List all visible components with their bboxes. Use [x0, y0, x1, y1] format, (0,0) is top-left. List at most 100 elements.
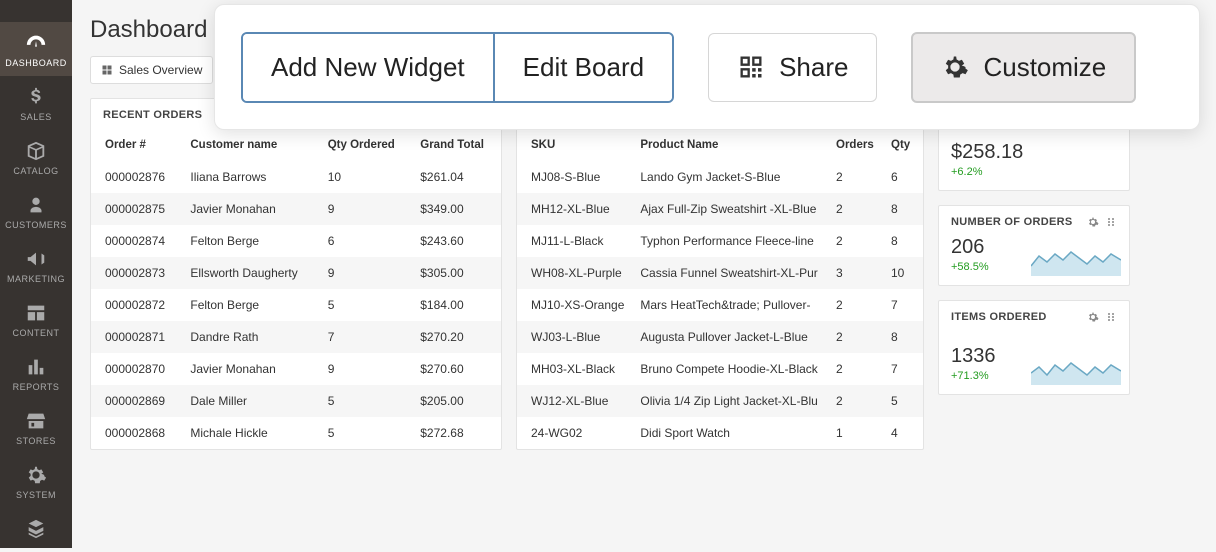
- table-cell: 8: [883, 225, 923, 257]
- table-cell: $184.00: [412, 289, 501, 321]
- nav-label: STORES: [16, 436, 56, 446]
- dollar-icon: [25, 86, 47, 108]
- table-cell: Lando Gym Jacket-S-Blue: [632, 161, 828, 193]
- stat-value: 1336: [939, 345, 1008, 370]
- table-cell: Ajax Full-Zip Sweatshirt -XL-Blue: [632, 193, 828, 225]
- table-cell: Dandre Rath: [182, 321, 319, 353]
- gear-icon: [941, 53, 969, 81]
- table-cell: Mars HeatTech&trade; Pullover-: [632, 289, 828, 321]
- nav-extensions[interactable]: [0, 508, 72, 552]
- gear-icon[interactable]: [1087, 216, 1099, 228]
- megaphone-icon: [25, 248, 47, 270]
- table-row[interactable]: 000002876Iliana Barrows10$261.04: [91, 161, 501, 193]
- panel-num-orders: NUMBER OF ORDERS 206 +58.5%: [938, 205, 1130, 286]
- widget-button-group: Add New Widget Edit Board: [241, 32, 674, 103]
- table-cell: 5: [320, 385, 413, 417]
- table-cell: $270.60: [412, 353, 501, 385]
- table-cell: 000002871: [91, 321, 182, 353]
- table-cell: 5: [320, 289, 413, 321]
- sparkline-icon: [1031, 355, 1121, 385]
- drag-handle-icon[interactable]: [1105, 216, 1117, 228]
- table-cell: MJ11-L-Black: [517, 225, 632, 257]
- table-cell: $243.60: [412, 225, 501, 257]
- table-row[interactable]: MH03-XL-BlackBruno Compete Hoodie-XL-Bla…: [517, 353, 923, 385]
- table-row[interactable]: 000002871Dandre Rath7$270.20: [91, 321, 501, 353]
- nav-system[interactable]: SYSTEM: [0, 454, 72, 508]
- table-row[interactable]: 24-WG02Didi Sport Watch14: [517, 417, 923, 449]
- nav-content[interactable]: CONTENT: [0, 292, 72, 346]
- table-row[interactable]: WJ12-XL-BlueOlivia 1/4 Zip Light Jacket-…: [517, 385, 923, 417]
- col-sku: SKU: [517, 129, 632, 161]
- nav-label: CATALOG: [13, 166, 58, 176]
- table-cell: 2: [828, 289, 883, 321]
- panel-recent-orders: RECENT ORDERS Order # Customer name Qty …: [90, 98, 502, 450]
- table-cell: 6: [320, 225, 413, 257]
- stat-delta: +6.2%: [939, 166, 1129, 190]
- table-cell: 9: [320, 353, 413, 385]
- qr-icon: [737, 53, 765, 81]
- table-cell: Felton Berge: [182, 289, 319, 321]
- share-button[interactable]: Share: [708, 33, 877, 102]
- nav-sales[interactable]: SALES: [0, 76, 72, 130]
- bar-chart-icon: [25, 356, 47, 378]
- table-cell: $270.20: [412, 321, 501, 353]
- table-cell: 8: [883, 321, 923, 353]
- panel-items-ordered: ITEMS ORDERED 1336 +71.3%: [938, 300, 1130, 395]
- nav-catalog[interactable]: CATALOG: [0, 130, 72, 184]
- customize-button[interactable]: Customize: [911, 32, 1136, 103]
- col-qty: Qty: [883, 129, 923, 161]
- table-row[interactable]: MJ10-XS-OrangeMars HeatTech&trade; Pullo…: [517, 289, 923, 321]
- add-widget-button[interactable]: Add New Widget: [243, 34, 493, 101]
- table-row[interactable]: 000002873Ellsworth Daugherty9$305.00: [91, 257, 501, 289]
- edit-board-button[interactable]: Edit Board: [493, 34, 672, 101]
- table-cell: $205.00: [412, 385, 501, 417]
- tab-sales-overview[interactable]: Sales Overview: [90, 56, 213, 84]
- table-cell: 2: [828, 161, 883, 193]
- table-row[interactable]: WH08-XL-PurpleCassia Funnel Sweatshirt-X…: [517, 257, 923, 289]
- sparkline-icon: [1031, 246, 1121, 276]
- table-cell: WJ03-L-Blue: [517, 321, 632, 353]
- gear-icon[interactable]: [1087, 311, 1099, 323]
- table-cell: 000002873: [91, 257, 182, 289]
- table-row[interactable]: MH12-XL-BlueAjax Full-Zip Sweatshirt -XL…: [517, 193, 923, 225]
- col-orders: Orders: [828, 129, 883, 161]
- layout-icon: [25, 302, 47, 324]
- table-cell: $349.00: [412, 193, 501, 225]
- customize-label: Customize: [983, 52, 1106, 83]
- table-row[interactable]: 000002872Felton Berge5$184.00: [91, 289, 501, 321]
- table-cell: 10: [883, 257, 923, 289]
- table-row[interactable]: MJ11-L-BlackTyphon Performance Fleece-li…: [517, 225, 923, 257]
- table-cell: Dale Miller: [182, 385, 319, 417]
- table-row[interactable]: 000002875Javier Monahan9$349.00: [91, 193, 501, 225]
- nav-label: CUSTOMERS: [5, 220, 67, 230]
- table-cell: Javier Monahan: [182, 193, 319, 225]
- table-cell: Michale Hickle: [182, 417, 319, 449]
- table-cell: 2: [828, 353, 883, 385]
- table-row[interactable]: WJ03-L-BlueAugusta Pullover Jacket-L-Blu…: [517, 321, 923, 353]
- table-row[interactable]: 000002870Javier Monahan9$270.60: [91, 353, 501, 385]
- nav-stores[interactable]: STORES: [0, 400, 72, 454]
- table-row[interactable]: 000002868Michale Hickle5$272.68: [91, 417, 501, 449]
- table-row[interactable]: MJ08-S-BlueLando Gym Jacket-S-Blue26: [517, 161, 923, 193]
- table-cell: 2: [828, 321, 883, 353]
- table-cell: 3: [828, 257, 883, 289]
- nav-reports[interactable]: REPORTS: [0, 346, 72, 400]
- person-icon: [25, 194, 47, 216]
- table-cell: MJ08-S-Blue: [517, 161, 632, 193]
- nav-label: MARKETING: [7, 274, 65, 284]
- panel-title: NUMBER OF ORDERS: [951, 216, 1073, 228]
- table-row[interactable]: 000002869Dale Miller5$205.00: [91, 385, 501, 417]
- drag-handle-icon[interactable]: [1105, 311, 1117, 323]
- table-cell: Bruno Compete Hoodie-XL-Black: [632, 353, 828, 385]
- table-cell: 000002869: [91, 385, 182, 417]
- nav-dashboard[interactable]: DASHBOARD: [0, 22, 72, 76]
- table-cell: 6: [883, 161, 923, 193]
- nav-customers[interactable]: CUSTOMERS: [0, 184, 72, 238]
- table-cell: Iliana Barrows: [182, 161, 319, 193]
- recent-orders-table: Order # Customer name Qty Ordered Grand …: [91, 129, 501, 449]
- table-cell: 5: [320, 417, 413, 449]
- table-row[interactable]: 000002874Felton Berge6$243.60: [91, 225, 501, 257]
- bestsellers-table: SKU Product Name Orders Qty MJ08-S-BlueL…: [517, 129, 923, 449]
- nav-marketing[interactable]: MARKETING: [0, 238, 72, 292]
- gauge-icon: [25, 32, 47, 54]
